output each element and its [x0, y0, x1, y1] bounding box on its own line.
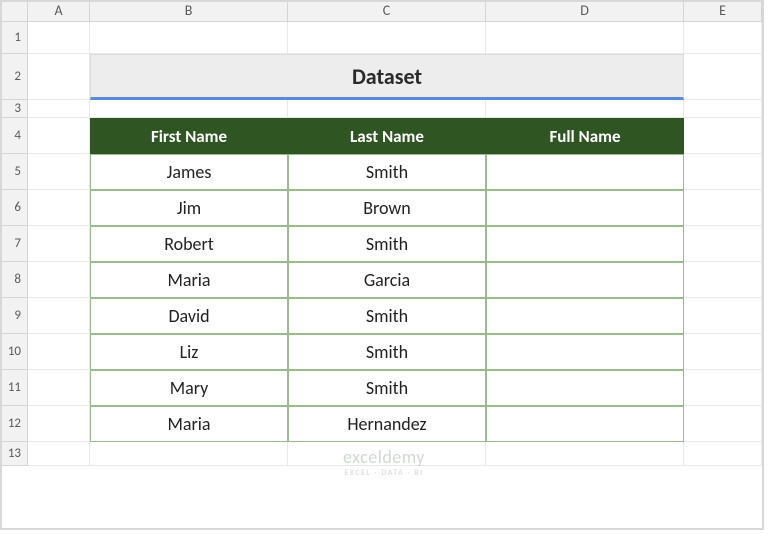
cell-E3[interactable] — [684, 100, 762, 118]
row-header-1[interactable]: 1 — [0, 22, 28, 54]
row-header-7[interactable]: 7 — [0, 226, 28, 262]
cell-C8[interactable]: Garcia — [288, 262, 486, 298]
cell-B11[interactable]: Mary — [90, 370, 288, 406]
cell-A8[interactable] — [28, 262, 90, 298]
cell-C6[interactable]: Brown — [288, 190, 486, 226]
cell-A12[interactable] — [28, 406, 90, 442]
cell-D5[interactable] — [486, 154, 684, 190]
cell-D12[interactable] — [486, 406, 684, 442]
cell-E1[interactable] — [684, 22, 762, 54]
cell-A10[interactable] — [28, 334, 90, 370]
cell-D11[interactable] — [486, 370, 684, 406]
row-header-4[interactable]: 4 — [0, 118, 28, 154]
cell-A6[interactable] — [28, 190, 90, 226]
col-header-D[interactable]: D — [486, 0, 684, 22]
cell-D7[interactable] — [486, 226, 684, 262]
cell-E8[interactable] — [684, 262, 762, 298]
cell-E2[interactable] — [684, 54, 762, 100]
cell-D8[interactable] — [486, 262, 684, 298]
cell-D9[interactable] — [486, 298, 684, 334]
cell-C9[interactable]: Smith — [288, 298, 486, 334]
cell-E12[interactable] — [684, 406, 762, 442]
row-header-9[interactable]: 9 — [0, 298, 28, 334]
row-header-8[interactable]: 8 — [0, 262, 28, 298]
cell-B5[interactable]: James — [90, 154, 288, 190]
header-full-name[interactable]: Full Name — [486, 118, 684, 154]
cell-B13[interactable] — [90, 442, 288, 466]
cell-E5[interactable] — [684, 154, 762, 190]
cell-A13[interactable] — [28, 442, 90, 466]
row-header-3[interactable]: 3 — [0, 100, 28, 118]
cell-C10[interactable]: Smith — [288, 334, 486, 370]
cell-D3[interactable] — [486, 100, 684, 118]
cell-B6[interactable]: Jim — [90, 190, 288, 226]
cell-C1[interactable] — [288, 22, 486, 54]
col-header-E[interactable]: E — [684, 0, 762, 22]
cell-C5[interactable]: Smith — [288, 154, 486, 190]
row-header-5[interactable]: 5 — [0, 154, 28, 190]
cell-C12[interactable]: Hernandez — [288, 406, 486, 442]
cell-B12[interactable]: Maria — [90, 406, 288, 442]
cell-B1[interactable] — [90, 22, 288, 54]
header-first-name[interactable]: First Name — [90, 118, 288, 154]
cell-D10[interactable] — [486, 334, 684, 370]
col-header-C[interactable]: C — [288, 0, 486, 22]
cell-C11[interactable]: Smith — [288, 370, 486, 406]
cell-E7[interactable] — [684, 226, 762, 262]
cell-B3[interactable] — [90, 100, 288, 118]
col-header-A[interactable]: A — [28, 0, 90, 22]
cell-B7[interactable]: Robert — [90, 226, 288, 262]
cell-E4[interactable] — [684, 118, 762, 154]
cell-D1[interactable] — [486, 22, 684, 54]
cell-A3[interactable] — [28, 100, 90, 118]
col-header-B[interactable]: B — [90, 0, 288, 22]
cell-A7[interactable] — [28, 226, 90, 262]
watermark-sub: EXCEL · DATA · BI — [343, 468, 425, 478]
cell-A2[interactable] — [28, 54, 90, 100]
cell-A1[interactable] — [28, 22, 90, 54]
spreadsheet-grid: A B C D E 1 2 3 4 5 6 7 8 9 10 11 12 13 … — [0, 0, 768, 466]
cell-A5[interactable] — [28, 154, 90, 190]
row-header-12[interactable]: 12 — [0, 406, 28, 442]
cell-B10[interactable]: Liz — [90, 334, 288, 370]
row-header-10[interactable]: 10 — [0, 334, 28, 370]
cell-A11[interactable] — [28, 370, 90, 406]
cell-C3[interactable] — [288, 100, 486, 118]
cell-A4[interactable] — [28, 118, 90, 154]
cell-D6[interactable] — [486, 190, 684, 226]
cell-C7[interactable]: Smith — [288, 226, 486, 262]
cell-B8[interactable]: Maria — [90, 262, 288, 298]
select-all-corner[interactable] — [0, 0, 28, 22]
cell-D13[interactable] — [486, 442, 684, 466]
cell-E11[interactable] — [684, 370, 762, 406]
row-header-6[interactable]: 6 — [0, 190, 28, 226]
cell-E13[interactable] — [684, 442, 762, 466]
row-header-11[interactable]: 11 — [0, 370, 28, 406]
cell-E6[interactable] — [684, 190, 762, 226]
cell-A9[interactable] — [28, 298, 90, 334]
cell-C13[interactable] — [288, 442, 486, 466]
cell-E9[interactable] — [684, 298, 762, 334]
row-header-13[interactable]: 13 — [0, 442, 28, 466]
cell-E10[interactable] — [684, 334, 762, 370]
row-header-2[interactable]: 2 — [0, 54, 28, 100]
cell-B9[interactable]: David — [90, 298, 288, 334]
dataset-title[interactable]: Dataset — [90, 54, 684, 100]
header-last-name[interactable]: Last Name — [288, 118, 486, 154]
